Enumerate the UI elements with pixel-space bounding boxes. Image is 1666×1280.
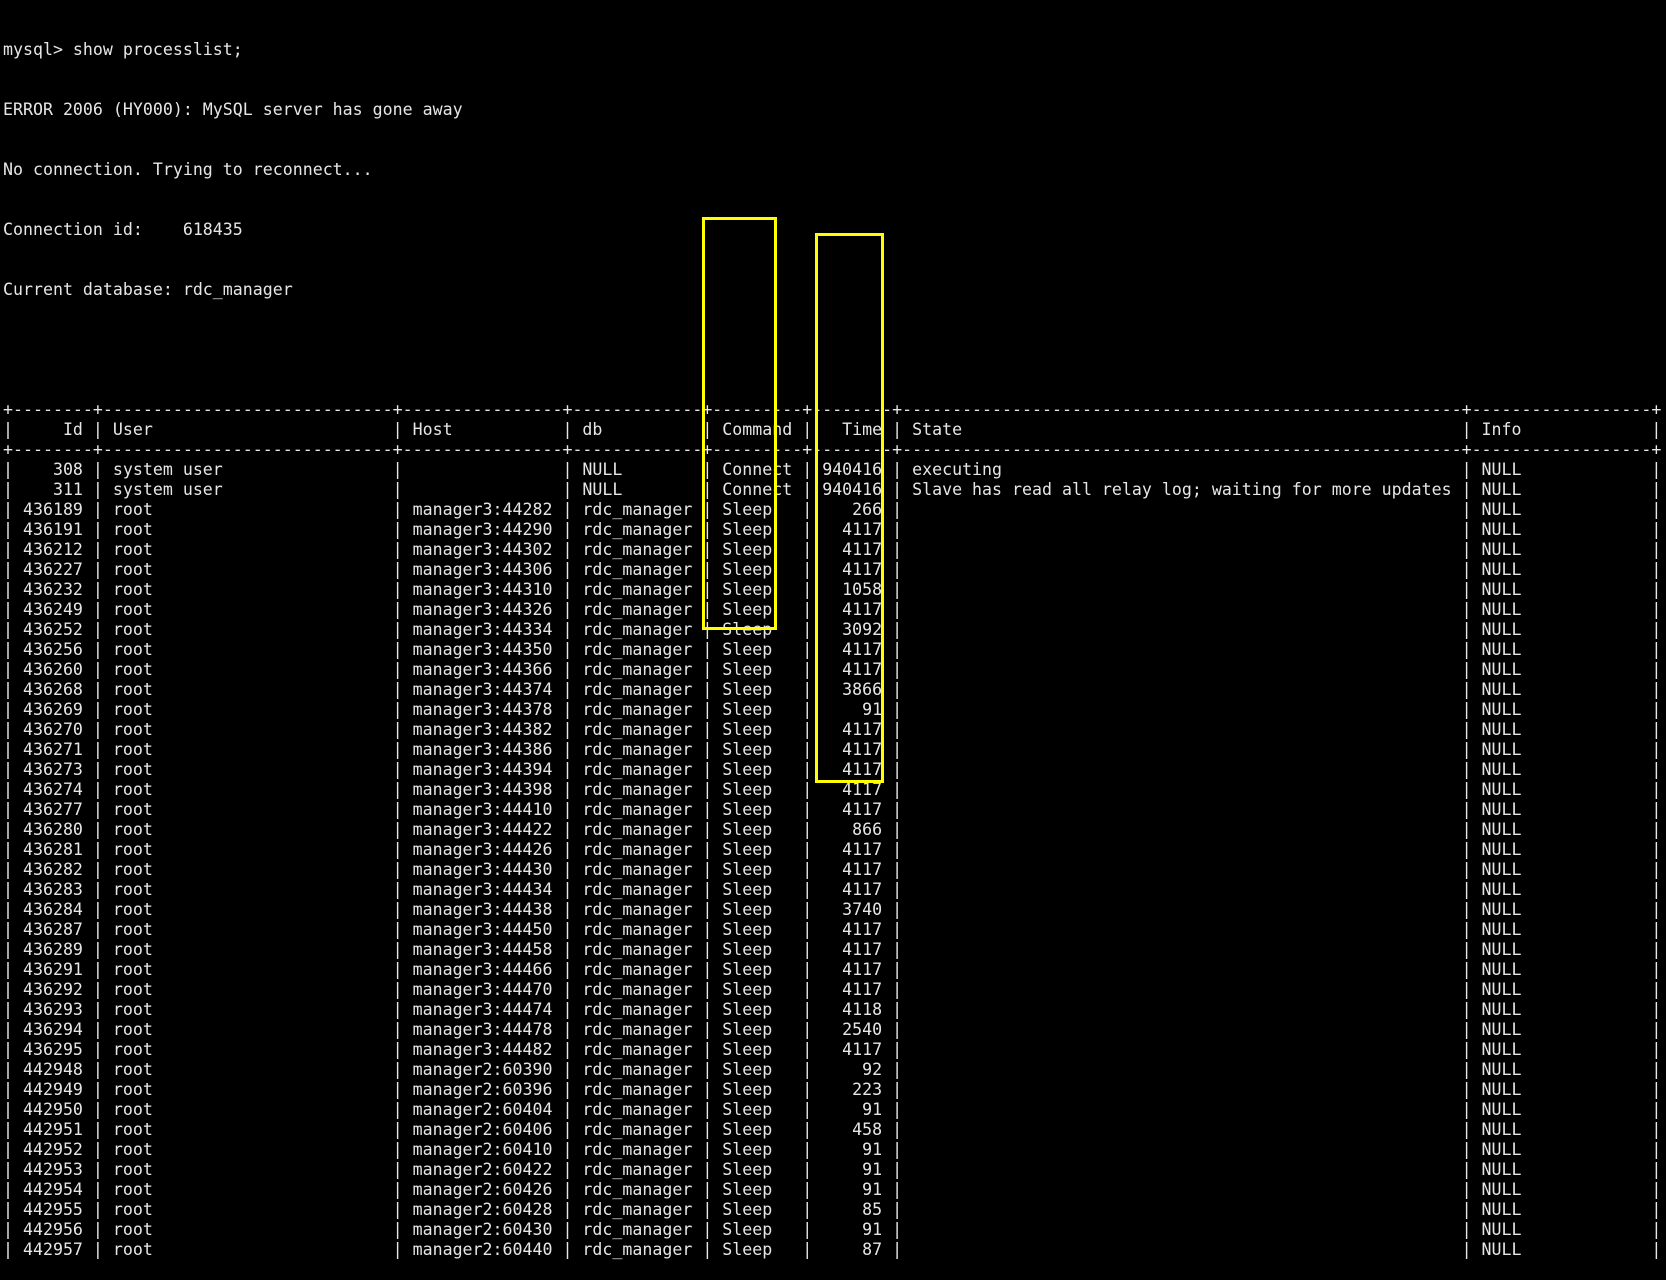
table-row: | 436283 | root | manager3:44434 | rdc_m…	[3, 880, 1662, 899]
error-message: ERROR 2006 (HY000): MySQL server has gon…	[3, 100, 463, 119]
table-row: | 308 | system user | | NULL | Connect |…	[3, 460, 1662, 479]
table-row: | 436277 | root | manager3:44410 | rdc_m…	[3, 800, 1662, 819]
table-row: | 442957 | root | manager2:60440 | rdc_m…	[3, 1240, 1662, 1259]
table-row: | 442954 | root | manager2:60426 | rdc_m…	[3, 1180, 1662, 1199]
table-border: +--------+-----------------------------+…	[3, 440, 1662, 459]
table-row: | 436280 | root | manager3:44422 | rdc_m…	[3, 820, 1662, 839]
table-header-row: | Id | User | Host | db | Command | Time…	[3, 420, 1662, 439]
table-row: | 442948 | root | manager2:60390 | rdc_m…	[3, 1060, 1662, 1079]
table-row: | 442953 | root | manager2:60422 | rdc_m…	[3, 1160, 1662, 1179]
table-row: | 436281 | root | manager3:44426 | rdc_m…	[3, 840, 1662, 859]
table-row: | 436256 | root | manager3:44350 | rdc_m…	[3, 640, 1662, 659]
reconnect-message: No connection. Trying to reconnect...	[3, 160, 373, 179]
prompt-line: mysql> show processlist;	[3, 40, 243, 59]
table-row: | 436252 | root | manager3:44334 | rdc_m…	[3, 620, 1662, 639]
table-row: | 442950 | root | manager2:60404 | rdc_m…	[3, 1100, 1662, 1119]
table-row: | 436294 | root | manager3:44478 | rdc_m…	[3, 1020, 1662, 1039]
table-row: | 442956 | root | manager2:60430 | rdc_m…	[3, 1220, 1662, 1239]
current-database-line: Current database: rdc_manager	[3, 280, 293, 299]
table-row: | 436289 | root | manager3:44458 | rdc_m…	[3, 940, 1662, 959]
table-row: | 436189 | root | manager3:44282 | rdc_m…	[3, 500, 1662, 519]
table-row: | 436232 | root | manager3:44310 | rdc_m…	[3, 580, 1662, 599]
table-row: | 436293 | root | manager3:44474 | rdc_m…	[3, 1000, 1662, 1019]
table-row: | 436269 | root | manager3:44378 | rdc_m…	[3, 700, 1662, 719]
table-row: | 436268 | root | manager3:44374 | rdc_m…	[3, 680, 1662, 699]
table-row: | 436212 | root | manager3:44302 | rdc_m…	[3, 540, 1662, 559]
table-row: | 436282 | root | manager3:44430 | rdc_m…	[3, 860, 1662, 879]
table-row: | 436291 | root | manager3:44466 | rdc_m…	[3, 960, 1662, 979]
table-row: | 442949 | root | manager2:60396 | rdc_m…	[3, 1080, 1662, 1099]
table-row: | 436295 | root | manager3:44482 | rdc_m…	[3, 1040, 1662, 1059]
table-row: | 436270 | root | manager3:44382 | rdc_m…	[3, 720, 1662, 739]
table-row: | 442952 | root | manager2:60410 | rdc_m…	[3, 1140, 1662, 1159]
table-row: | 436273 | root | manager3:44394 | rdc_m…	[3, 760, 1662, 779]
table-row: | 442951 | root | manager2:60406 | rdc_m…	[3, 1120, 1662, 1139]
processlist-table: +--------+-----------------------------+…	[3, 400, 1661, 1260]
table-row: | 436274 | root | manager3:44398 | rdc_m…	[3, 780, 1662, 799]
table-row: | 436249 | root | manager3:44326 | rdc_m…	[3, 600, 1662, 619]
table-row: | 311 | system user | | NULL | Connect |…	[3, 480, 1662, 499]
connection-id-line: Connection id: 618435	[3, 220, 243, 239]
table-row: | 436271 | root | manager3:44386 | rdc_m…	[3, 740, 1662, 759]
table-row: | 436287 | root | manager3:44450 | rdc_m…	[3, 920, 1662, 939]
table-row: | 436292 | root | manager3:44470 | rdc_m…	[3, 980, 1662, 999]
table-row: | 436191 | root | manager3:44290 | rdc_m…	[3, 520, 1662, 539]
table-row: | 436227 | root | manager3:44306 | rdc_m…	[3, 560, 1662, 579]
table-row: | 436260 | root | manager3:44366 | rdc_m…	[3, 660, 1662, 679]
table-row: | 442955 | root | manager2:60428 | rdc_m…	[3, 1200, 1662, 1219]
table-border: +--------+-----------------------------+…	[3, 400, 1662, 419]
terminal-output: mysql> show processlist; ERROR 2006 (HY0…	[3, 0, 1661, 1280]
table-row: | 436284 | root | manager3:44438 | rdc_m…	[3, 900, 1662, 919]
